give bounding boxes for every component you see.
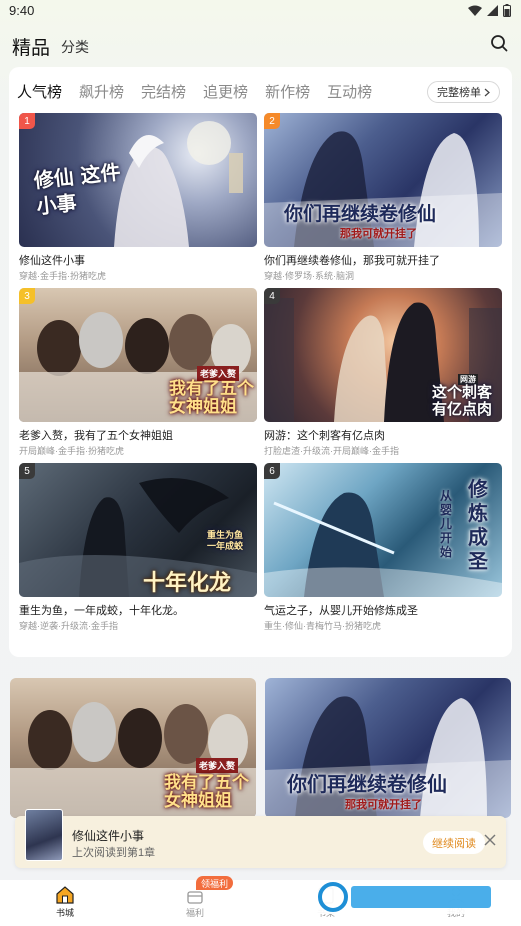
book-item[interactable]: 1 修仙 这件小事 修仙这件小事 穿越·金手指·扮猪吃虎 [19,113,257,282]
book-item[interactable]: 3 老爹入赘 我有了五个 女神姐姐 老爹入赘，我有了五个女神姐姐 开局巅峰·金手… [19,288,257,457]
rank-badge: 6 [264,463,280,479]
signal-icon [487,5,498,16]
book-cover[interactable]: 1 修仙 这件小事 [19,113,257,247]
tab-interactive[interactable]: 互动榜 [327,81,372,102]
cover-subtitle: 重生为鱼 一年成蛟 [207,531,244,552]
book-tags: 穿越·逆袭·升级流·金手指 [19,621,118,631]
book-cover[interactable]: 4 网游 这个刺客 有亿点肉 [264,288,502,422]
ranking-tabs: 人气榜 飙升榜 完结榜 追更榜 新作榜 互动榜 [17,81,389,102]
book-cover[interactable]: 2 你们再继续卷修仙 那我可就开挂了 [264,113,502,247]
rank-badge: 5 [19,463,35,479]
book-tags: 穿越·金手指·扮猪吃虎 [19,271,106,281]
book-title: 气运之子，从婴儿开始修炼成圣 [264,605,418,617]
book-item[interactable]: 6 从婴儿开始 修炼成圣 气运之子，从婴儿开始修炼成圣 重生·修仙·青梅竹马·扮… [264,463,502,632]
book-item[interactable]: 5 重生为鱼 一年成蛟 十年化龙 重生为鱼，一年成蛟，十年化龙。 穿越·逆袭·升… [19,463,257,632]
full-list-button[interactable]: 完整榜单 [427,81,500,103]
book-title: 老爹入赘，我有了五个女神姐姐 [19,430,173,442]
cover-title: 十年化龙 [143,570,232,596]
nav-welfare[interactable]: 福利 [165,886,225,919]
watermark-graphic [318,882,491,912]
book-item[interactable]: 2 你们再继续卷修仙 那我可就开挂了 你们再继续卷修仙，那我可就开挂了 穿越·修… [264,113,502,282]
continue-progress-text: 上次阅读到第1章 [72,847,156,859]
tab-popular[interactable]: 人气榜 [17,81,62,102]
tab-featured[interactable]: 精品 [12,33,50,60]
watermark-logo [313,880,503,914]
close-icon[interactable] [484,834,496,846]
book-title: 修仙这件小事 [19,255,85,267]
cover-title: 你们再继续卷修仙 [284,203,437,225]
top-bar: 精品 分类 [0,28,521,60]
cover-subtitle: 从婴儿开始 [440,489,453,559]
cover-subtitle: 那我可就开挂了 [340,227,417,240]
wifi-icon [468,5,482,16]
book-tags: 穿越·修罗场·系统·脑洞 [264,271,354,281]
continue-book-thumbnail [25,809,63,861]
book-cover[interactable]: 5 重生为鱼 一年成蛟 十年化龙 [19,463,257,597]
battery-icon [503,4,511,17]
cover-title: 这个刺客 有亿点肉 [432,383,493,418]
book-title: 重生为鱼，一年成蛟，十年化龙。 [19,605,184,617]
ranking-card: 人气榜 飙升榜 完结榜 追更榜 新作榜 互动榜 完整榜单 1 修仙 这件小事 修… [9,67,512,657]
book-cover[interactable]: 6 从婴儿开始 修炼成圣 [264,463,502,597]
home-icon [56,886,74,904]
cover-art [264,492,502,597]
status-icons [468,4,511,17]
cover-subtitle: 那我可就开挂了 [345,798,422,811]
search-icon[interactable] [489,33,509,53]
chevron-right-icon [484,88,490,96]
book-item[interactable]: 4 网游 这个刺客 有亿点肉 网游：这个刺客有亿点肉 打脸虐渣·升级流·开局巅峰… [264,288,502,457]
cover-title: 修炼成圣 [468,477,488,573]
book-title: 网游：这个刺客有亿点肉 [264,430,385,442]
continue-reading-button[interactable]: 继续阅读 [423,831,485,854]
nav-bookstore[interactable]: 书城 [35,886,95,919]
welfare-badge: 领福利 [196,876,234,890]
rank-badge: 3 [19,288,35,304]
cover-title: 我有了五个 女神姐姐 [169,379,254,417]
book-tags: 打脸虐渣·升级流·开局巅峰·金手指 [264,446,399,456]
book-cover[interactable]: 3 老爹入赘 我有了五个 女神姐姐 [19,288,257,422]
tab-rising[interactable]: 飙升榜 [79,81,124,102]
tab-completed[interactable]: 完结榜 [141,81,186,102]
continue-book-title: 修仙这件小事 [72,829,145,843]
tab-category[interactable]: 分类 [61,37,89,57]
cover-subtitle: 老爹入赘 [196,758,239,773]
cover-title: 我有了五个 女神姐姐 [164,773,249,811]
book-title: 你们再继续卷修仙，那我可就开挂了 [264,255,440,267]
continue-reading-bar[interactable]: 修仙这件小事 上次阅读到第1章 继续阅读 [15,809,506,868]
book-tags: 开局巅峰·金手指·扮猪吃虎 [19,446,124,456]
tab-new[interactable]: 新作榜 [265,81,310,102]
rank-badge: 2 [264,113,280,129]
rank-badge: 1 [19,113,35,129]
full-list-label: 完整榜单 [437,87,481,99]
rank-badge: 4 [264,288,280,304]
status-bar: 9:40 [0,0,521,22]
nav-label: 福利 [185,908,204,918]
tab-following[interactable]: 追更榜 [203,81,248,102]
book-tags: 重生·修仙·青梅竹马·扮猪吃虎 [264,621,381,631]
status-time: 9:40 [9,3,35,18]
banner-book-cover[interactable]: 你们再继续卷修仙 那我可就开挂了 [265,678,511,818]
banner-book-cover[interactable]: 老爹入赘 我有了五个 女神姐姐 [10,678,256,818]
cover-title: 修仙 这件小事 [32,159,122,219]
nav-label: 书城 [55,908,74,918]
cover-title: 你们再继续卷修仙 [287,772,447,796]
